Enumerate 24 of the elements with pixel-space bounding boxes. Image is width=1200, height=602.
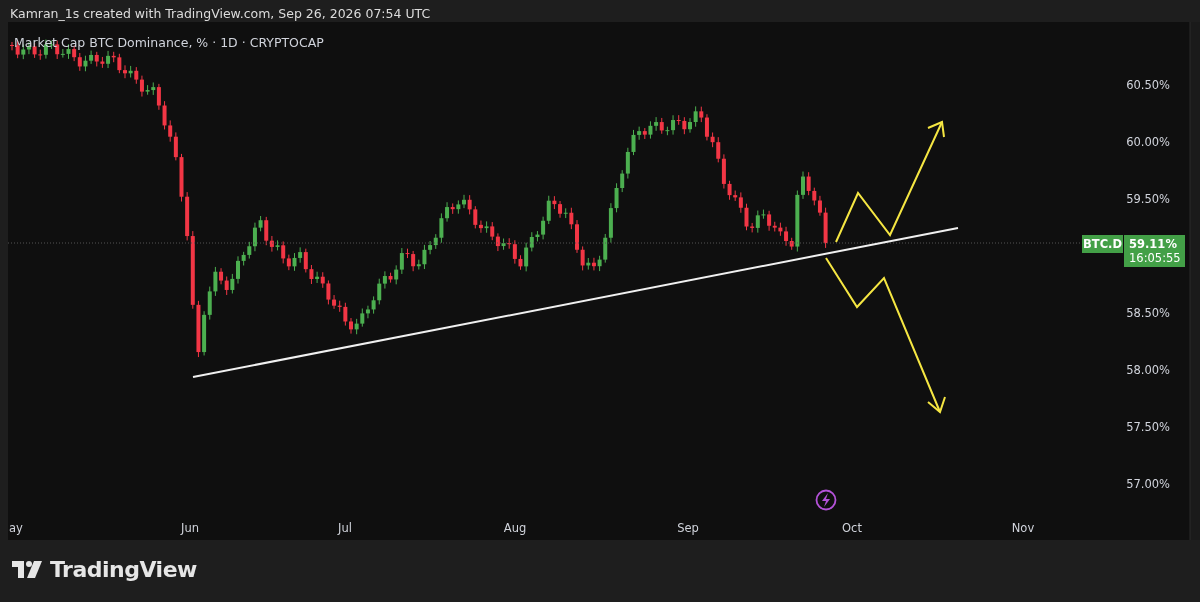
time-axis-label: Sep [677,521,699,535]
symbol-badge: BTC.D [1082,235,1123,253]
upward-arrow-drawing[interactable] [835,120,945,243]
time-axis-label: Oct [842,521,862,535]
downward-arrow-drawing[interactable] [825,257,946,414]
time-axis-label: Nov [1011,521,1035,535]
time-axis-label: ay [9,521,23,535]
time-axis-label: Jul [338,521,352,535]
time-axis-label: Aug [503,521,527,535]
price-axis-label: 57.00% [1126,477,1170,491]
price-axis-label: 59.50% [1126,192,1170,206]
price-axis-label: 57.50% [1126,420,1170,434]
price-axis-label: 58.50% [1126,306,1170,320]
price-axis-label: 60.50% [1126,78,1170,92]
price-axis-label: 58.00% [1126,363,1170,377]
chart-legend: Market Cap BTC Dominance, % · 1D · CRYPTOCAP [14,35,324,50]
brand-name: TradingView [50,556,197,582]
logo-icon [12,560,42,578]
price-axis-label: 60.00% [1126,135,1170,149]
header-title: Kamran_1s created with TradingView.com, Sep 26, 2026 07:54 UTC [10,6,431,21]
time-axis-label: Jun [181,521,199,535]
last-price-badge: 59.11% 16:05:55 [1124,235,1185,267]
lightning-icon[interactable] [815,489,837,511]
trend-line[interactable] [192,227,959,378]
